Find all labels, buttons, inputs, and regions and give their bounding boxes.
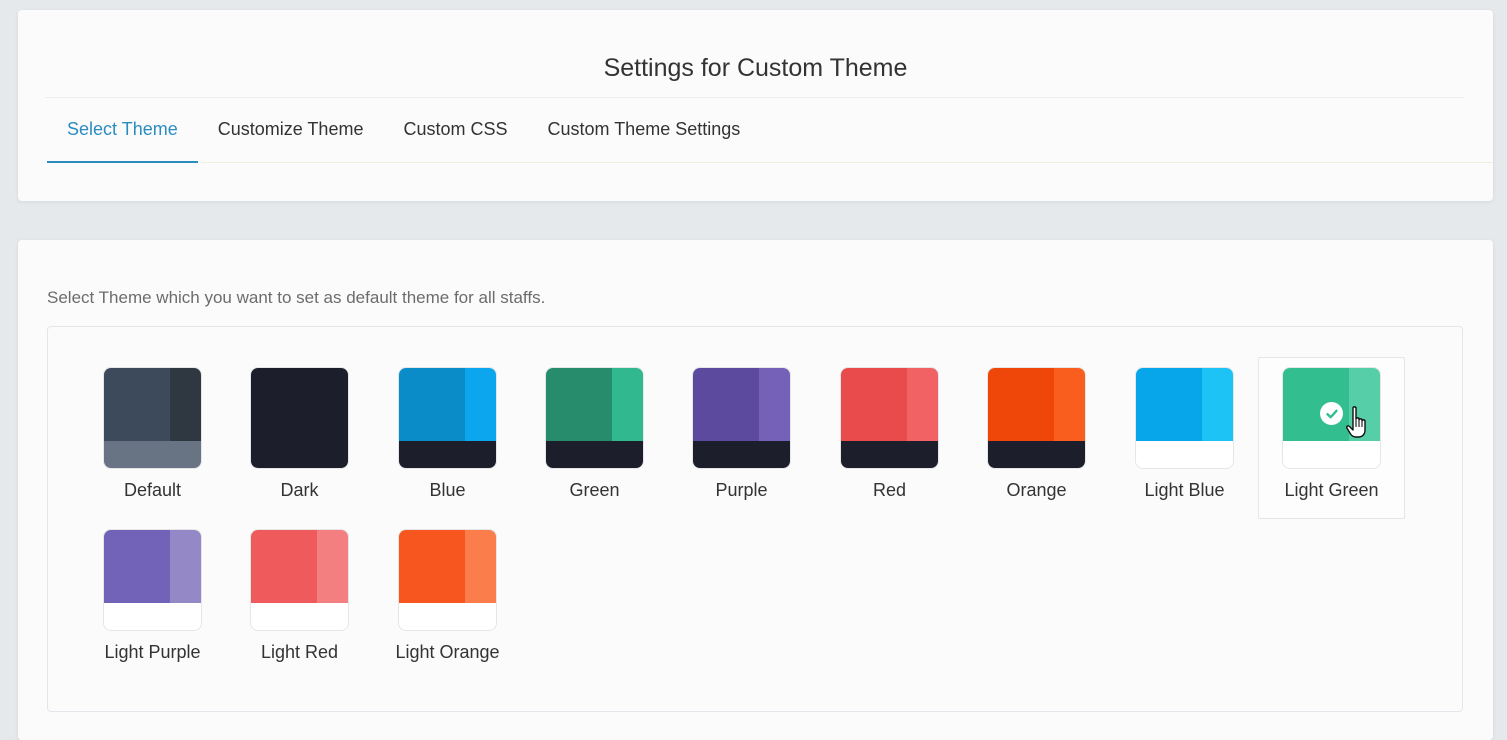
swatch-main <box>546 368 612 441</box>
tab-custom-css[interactable]: Custom CSS <box>383 98 527 163</box>
tab-underline-track <box>201 162 1493 163</box>
swatch-side <box>464 530 496 603</box>
tab-select-theme[interactable]: Select Theme <box>47 98 198 163</box>
swatch-bottom <box>251 603 348 630</box>
swatch-side <box>906 368 938 441</box>
tab-custom-theme-settings[interactable]: Custom Theme Settings <box>528 98 761 163</box>
swatch-bottom <box>841 441 938 468</box>
swatch-bottom <box>546 441 643 468</box>
swatch-bottom <box>104 441 201 468</box>
theme-swatch <box>250 367 349 469</box>
swatch-main <box>399 530 465 603</box>
swatch-bottom <box>1136 441 1233 468</box>
check-circle-icon <box>1320 402 1343 425</box>
theme-option-default[interactable]: Default <box>79 357 226 519</box>
swatch-bottom <box>1283 441 1380 468</box>
theme-option-purple[interactable]: Purple <box>668 357 815 519</box>
swatch-bottom <box>693 441 790 468</box>
tab-customize-theme[interactable]: Customize Theme <box>198 98 384 163</box>
swatch-bottom <box>399 603 496 630</box>
theme-swatch <box>545 367 644 469</box>
theme-swatch <box>398 529 497 631</box>
swatch-side <box>464 368 496 441</box>
swatch-main <box>988 368 1054 441</box>
swatch-main <box>251 530 317 603</box>
swatch-bottom <box>988 441 1085 468</box>
swatch-side <box>169 530 201 603</box>
theme-selection-card: Select Theme which you want to set as de… <box>18 240 1493 740</box>
swatch-main <box>104 530 170 603</box>
theme-option-red[interactable]: Red <box>816 357 963 519</box>
theme-swatch <box>1282 367 1381 469</box>
swatch-side <box>758 368 790 441</box>
theme-option-green[interactable]: Green <box>521 357 668 519</box>
theme-option-orange[interactable]: Orange <box>963 357 1110 519</box>
theme-grid: Default Dark Blue Green Purple Red Orange Light… <box>47 326 1463 712</box>
theme-swatch <box>1135 367 1234 469</box>
theme-option-light-blue[interactable]: Light Blue <box>1111 357 1258 519</box>
theme-option-light-orange[interactable]: Light Orange <box>374 519 521 681</box>
theme-swatch <box>250 529 349 631</box>
theme-label: Light Orange <box>395 642 500 662</box>
theme-swatch <box>103 529 202 631</box>
swatch-side <box>316 530 348 603</box>
theme-option-light-purple[interactable]: Light Purple <box>79 519 226 681</box>
swatch-main <box>841 368 907 441</box>
hand-pointer-icon <box>1345 405 1371 439</box>
theme-swatch <box>692 367 791 469</box>
theme-option-dark[interactable]: Dark <box>226 357 373 519</box>
swatch-side <box>1053 368 1085 441</box>
swatch-main <box>1136 368 1202 441</box>
swatch-side <box>1201 368 1233 441</box>
settings-tabs: Select Theme Customize Theme Custom CSS … <box>47 98 1464 163</box>
swatch-main <box>693 368 759 441</box>
settings-header-card: Settings for Custom Theme Select Theme C… <box>18 10 1493 201</box>
intro-text: Select Theme which you want to set as de… <box>47 288 546 307</box>
swatch-side <box>611 368 643 441</box>
swatch-main <box>399 368 465 441</box>
theme-swatch <box>398 367 497 469</box>
swatch-main <box>104 368 170 441</box>
swatch-main <box>251 368 317 441</box>
theme-swatch <box>987 367 1086 469</box>
theme-option-light-green[interactable]: Light Green <box>1258 357 1405 519</box>
swatch-side <box>316 368 348 441</box>
theme-swatch <box>840 367 939 469</box>
theme-option-light-red[interactable]: Light Red <box>226 519 373 681</box>
theme-label: Light Green <box>1284 480 1379 500</box>
swatch-bottom <box>251 441 348 468</box>
theme-option-blue[interactable]: Blue <box>374 357 521 519</box>
swatch-bottom <box>399 441 496 468</box>
page-title: Settings for Custom Theme <box>603 54 908 82</box>
swatch-side <box>169 368 201 441</box>
theme-swatch <box>103 367 202 469</box>
swatch-bottom <box>104 603 201 630</box>
